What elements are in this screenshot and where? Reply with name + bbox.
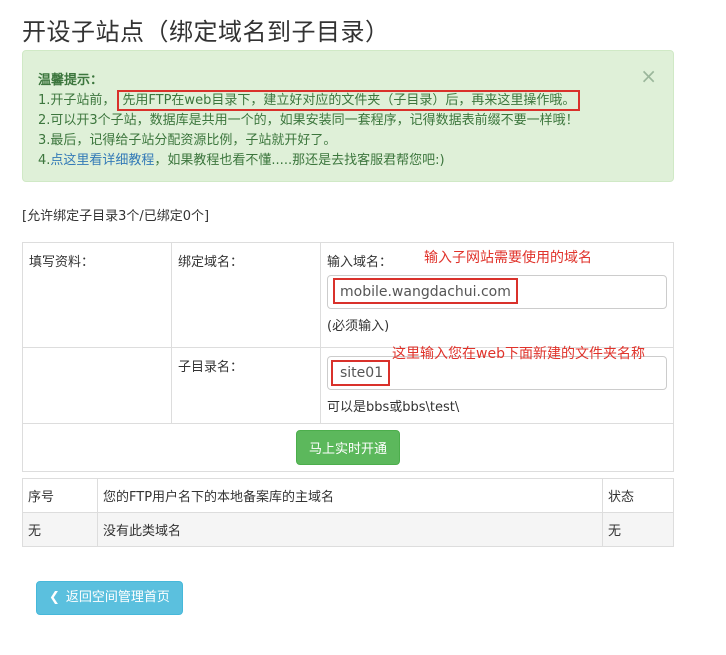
domain-list-table: 序号 您的FTP用户名下的本地备案库的主域名 状态 无 没有此类域名 无 xyxy=(22,478,674,547)
subdir-label: 子目录名： xyxy=(178,360,244,375)
subdir-quota: [允许绑定子目录3个/已绑定0个] xyxy=(22,209,210,224)
subdir-hint: 可以是bbs或bbs\test\ xyxy=(327,400,460,415)
alert-title: 温馨提示： xyxy=(38,73,104,88)
domain-hint: (必须输入) xyxy=(327,319,390,334)
domain-annotation: 输入子网站需要使用的域名 xyxy=(424,250,592,266)
tip-line-1-prefix: 1.开子站前， xyxy=(38,93,116,108)
tip-line-1: 1.开子站前， 先用FTP在web目录下，建立好对应的文件夹（子目录）后，再来这里… xyxy=(38,89,581,111)
subdir-label-cell: 子目录名： xyxy=(171,347,321,424)
domain-input[interactable]: mobile.wangdachui.com xyxy=(327,275,667,309)
tips-alert: 温馨提示： × 1.开子站前， 先用FTP在web目录下，建立好对应的文件夹（子目… xyxy=(22,50,674,182)
domain-highlight-box xyxy=(333,278,518,304)
close-icon[interactable]: × xyxy=(640,66,657,86)
col-domain-header: 您的FTP用户名下的本地备案库的主域名 xyxy=(97,478,603,513)
subdir-annotation: 这里输入您在web下面新建的文件夹名称 xyxy=(392,346,645,362)
row-domain: 没有此类域名 xyxy=(97,512,603,547)
bind-domain-label: 绑定域名： xyxy=(178,255,244,270)
table-row: 无 没有此类域名 无 xyxy=(22,512,674,547)
tip-line-3: 3.最后，记得给子站分配资源比例，子站就开好了。 xyxy=(38,133,337,148)
tip-line-4-suffix: ，如果教程也看不懂.....那还是去找客服君帮您吧:) xyxy=(154,153,445,168)
chevron-left-icon: ❮ xyxy=(49,590,60,605)
back-to-home-button[interactable]: ❮ 返回空间管理首页 xyxy=(36,581,183,615)
table-header-row: 序号 您的FTP用户名下的本地备案库的主域名 状态 xyxy=(22,478,674,513)
page-title: 开设子站点（绑定域名到子目录） xyxy=(22,18,390,46)
row-index: 无 xyxy=(22,512,98,547)
col-status-header: 状态 xyxy=(602,478,674,513)
open-now-button[interactable]: 马上实时开通 xyxy=(295,430,400,465)
tip-line-4-prefix: 4. xyxy=(38,153,51,168)
tutorial-link[interactable]: 点这里看详细教程 xyxy=(50,153,154,168)
tip-line-1-highlight: 先用FTP在web目录下，建立好对应的文件夹（子目录）后，再来这里操作哦。 xyxy=(117,90,581,111)
row-status: 无 xyxy=(602,512,674,547)
col-index-header: 序号 xyxy=(22,478,98,513)
fill-label-cell: 填写资料： xyxy=(22,242,172,348)
back-button-label: 返回空间管理首页 xyxy=(65,590,170,605)
fill-label: 填写资料： xyxy=(29,255,95,270)
submit-cell: 马上实时开通 xyxy=(22,423,674,472)
empty-cell xyxy=(22,347,172,424)
tip-line-4: 4.点这里看详细教程，如果教程也看不懂.....那还是去找客服君帮您吧:) xyxy=(38,149,445,168)
bind-label-cell: 绑定域名： xyxy=(171,242,321,348)
subdir-highlight-box xyxy=(331,360,390,386)
tip-line-2: 2.可以开3个子站，数据库是共用一个的，如果安装同一套程序，记得数据表前缀不要一… xyxy=(38,113,579,128)
